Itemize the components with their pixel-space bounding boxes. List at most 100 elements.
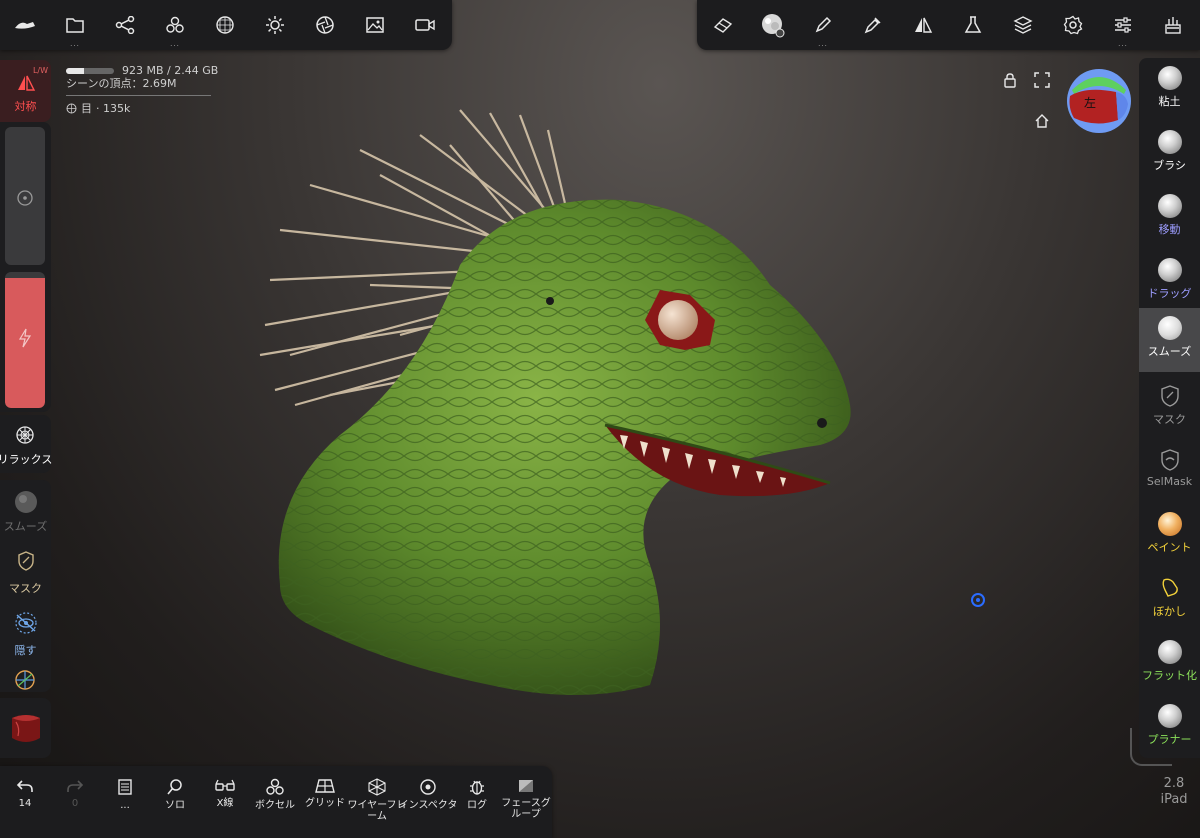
tool-move[interactable]: 移動	[1139, 186, 1200, 250]
quick-mask-button[interactable]: マスク	[0, 542, 51, 600]
topology-small-icon	[66, 103, 77, 114]
radius-icon	[17, 190, 33, 206]
quick-smooth-button[interactable]: スムーズ	[0, 480, 51, 538]
grid-label: グリッド	[305, 798, 345, 809]
hide-eye-icon	[15, 612, 37, 634]
smooth-brush-icon[interactable]	[753, 0, 793, 50]
eraser-icon[interactable]	[703, 0, 743, 50]
redo-icon	[67, 780, 84, 792]
panel-scroll-indicator[interactable]	[1130, 728, 1172, 766]
layers-icon[interactable]	[1003, 0, 1043, 50]
clay-ball-icon	[1157, 66, 1182, 90]
scene-notes-button[interactable]: ...	[100, 766, 150, 838]
object-info: 目 · 135k	[66, 102, 218, 115]
flask-icon[interactable]	[953, 0, 993, 50]
glasses-icon	[215, 779, 235, 791]
tool-mask[interactable]: マスク	[1139, 376, 1200, 440]
quick-hide-button[interactable]: 隠す	[0, 604, 51, 662]
gizmo-icon	[15, 670, 35, 690]
symmetry-icon[interactable]	[903, 0, 943, 50]
smooth-ball-icon	[15, 491, 37, 513]
mask-shield-icon	[18, 551, 34, 571]
pointer-indicator	[971, 593, 985, 607]
sliders-icon[interactable]: ...	[1103, 0, 1143, 50]
tool-settings-icon[interactable]	[1153, 0, 1193, 50]
fullscreen-button[interactable]	[1034, 72, 1050, 88]
facegroup-button[interactable]: フェースグループ	[498, 766, 554, 838]
log-button[interactable]: ログ	[452, 766, 502, 838]
view-cube-sphere-icon	[1067, 69, 1131, 133]
radius-slider[interactable]	[5, 127, 45, 265]
object-name: 目	[81, 102, 92, 115]
material-preview[interactable]	[0, 698, 51, 758]
folder-icon[interactable]: ...	[55, 0, 95, 50]
redo-button[interactable]: 0	[50, 766, 100, 838]
tool-clay[interactable]: 粘土	[1139, 58, 1200, 122]
primitives-icon[interactable]: ...	[155, 0, 195, 50]
object-vertices: · 135k	[96, 102, 131, 115]
scene-graph-icon[interactable]	[105, 0, 145, 50]
dropper-icon[interactable]	[853, 0, 893, 50]
topology-icon[interactable]	[205, 0, 245, 50]
undo-button[interactable]: 14	[0, 766, 50, 838]
xray-button[interactable]: X線	[200, 766, 250, 838]
tool-flatten[interactable]: フラット化	[1139, 632, 1200, 696]
planar-ball-icon	[1157, 704, 1182, 728]
symmetry-icon	[18, 75, 36, 91]
lighting-sun-icon[interactable]	[255, 0, 295, 50]
fullscreen-icon	[1034, 72, 1050, 88]
gear-icon[interactable]	[1053, 0, 1093, 50]
tool-paint[interactable]: ペイント	[1139, 504, 1200, 568]
tool-brush[interactable]: ブラシ	[1139, 122, 1200, 186]
tool-smudge[interactable]: ぼかし	[1139, 568, 1200, 632]
smudge-finger-icon	[1162, 578, 1178, 597]
solo-button[interactable]: ソロ	[150, 766, 200, 838]
symmetry-toggle[interactable]: L/W 対称	[0, 60, 51, 122]
viewport-3d-model[interactable]	[250, 105, 870, 715]
undo-count: 14	[18, 798, 32, 809]
device-name: iPad	[1160, 792, 1188, 807]
tool-label: ペイント	[1147, 541, 1192, 554]
tool-label: 粘土	[1158, 95, 1181, 108]
symmetry-label: 対称	[14, 100, 37, 113]
tool-selmask[interactable]: SelMask	[1139, 440, 1200, 504]
quick-tools-panel: スムーズ マスク 隠す	[0, 480, 51, 692]
home-view-button[interactable]	[1034, 113, 1050, 129]
tool-label: ドラッグ	[1147, 287, 1192, 300]
view-cube[interactable]: 左	[1066, 68, 1132, 134]
relax-web-icon	[16, 426, 34, 444]
flatten-ball-icon	[1157, 640, 1182, 664]
pencil-icon[interactable]: ...	[803, 0, 843, 50]
tool-label: マスク	[1153, 413, 1186, 426]
inspector-button[interactable]: インスペクタ	[397, 766, 459, 838]
lock-button[interactable]	[1002, 72, 1018, 88]
tool-smooth-active[interactable]: スムーズ	[1139, 308, 1200, 372]
intensity-slider[interactable]	[5, 272, 45, 408]
voxel-button[interactable]: ボクセル	[250, 766, 300, 838]
wireframe-icon	[368, 778, 386, 796]
scene-vertices: シーンの頂点：2.69M	[66, 77, 177, 90]
inspector-eye-icon	[420, 779, 436, 795]
nomad-logo-icon[interactable]	[5, 0, 45, 50]
memory-usage: 923 MB / 2.44 GB	[66, 64, 218, 77]
grid-button[interactable]: グリッド	[300, 766, 350, 838]
facegroup-icon	[519, 780, 533, 792]
grid-icon	[315, 779, 335, 793]
tool-label: ぼかし	[1153, 605, 1186, 618]
redo-count: 0	[71, 798, 79, 809]
tool-label: SelMask	[1146, 475, 1193, 488]
camera-aperture-icon[interactable]	[305, 0, 345, 50]
tool-drag[interactable]: ドラッグ	[1139, 250, 1200, 314]
tool-label: 移動	[1158, 223, 1181, 236]
move-ball-icon	[1157, 194, 1182, 218]
video-camera-icon[interactable]	[405, 0, 445, 50]
relax-button[interactable]: リラックス	[0, 415, 52, 473]
facegroup-label: フェースグループ	[501, 798, 551, 820]
smooth-label: スムーズ	[3, 520, 48, 533]
top-left-toolbar: ... ...	[0, 0, 452, 50]
eye-ball	[658, 300, 698, 340]
gizmo-tool-button[interactable]	[0, 666, 51, 692]
version-number: 2.8	[1163, 776, 1185, 791]
mask-label: マスク	[9, 582, 42, 595]
image-icon[interactable]	[355, 0, 395, 50]
